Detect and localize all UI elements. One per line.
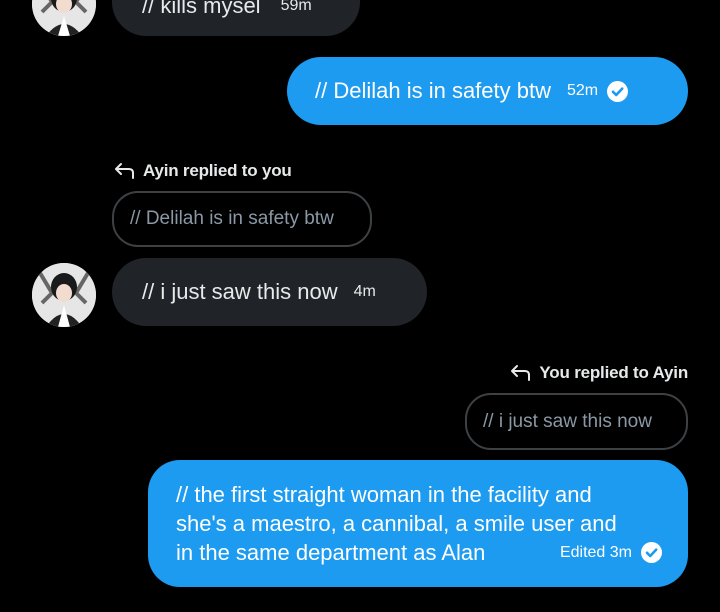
message-meta: Edited 3m xyxy=(560,538,662,567)
check-circle-icon xyxy=(641,542,662,563)
message-text-line: in the same department as Alan xyxy=(176,540,486,565)
avatar-image xyxy=(32,263,96,327)
edited-time: Edited 3m xyxy=(559,544,632,561)
message-text-line: // the first straight woman in the facil… xyxy=(176,482,592,507)
message-text: // Delilah is in safety btw xyxy=(315,78,551,103)
message-text: // i just saw this now xyxy=(142,279,338,304)
reply-label: You replied to Ayin xyxy=(539,363,688,382)
avatar[interactable] xyxy=(32,0,96,36)
quoted-text: // i just saw this now xyxy=(483,410,652,432)
reply-label: Ayin replied to you xyxy=(143,161,292,180)
quoted-message[interactable]: // Delilah is in safety btw xyxy=(112,191,372,247)
check-circle-icon xyxy=(607,80,629,102)
avatar-image xyxy=(32,0,96,36)
avatar[interactable] xyxy=(32,263,96,327)
message-bubble[interactable]: // the first straight woman in the facil… xyxy=(148,460,688,587)
message-text-line: she's a maestro, a cannibal, a smile use… xyxy=(176,511,617,536)
reply-context: You replied to Ayin xyxy=(509,363,688,383)
message-bubble[interactable]: // kills mysel 59m xyxy=(112,0,360,36)
message-time: 4m xyxy=(353,283,376,300)
message-text: // kills mysel xyxy=(142,0,261,18)
reply-arrow-icon xyxy=(509,364,531,382)
reply-arrow-icon xyxy=(113,162,135,180)
message-last-line: in the same department as Alan Edited 3m xyxy=(176,538,662,567)
message-bubble[interactable]: // Delilah is in safety btw 52m xyxy=(287,57,688,125)
quoted-message[interactable]: // i just saw this now xyxy=(465,393,688,450)
reply-context: Ayin replied to you xyxy=(113,161,292,181)
message-time: 52m xyxy=(566,82,599,99)
quoted-text: // Delilah is in safety btw xyxy=(130,208,334,229)
message-time: 59m xyxy=(280,0,312,14)
message-bubble[interactable]: // i just saw this now 4m xyxy=(112,258,427,326)
